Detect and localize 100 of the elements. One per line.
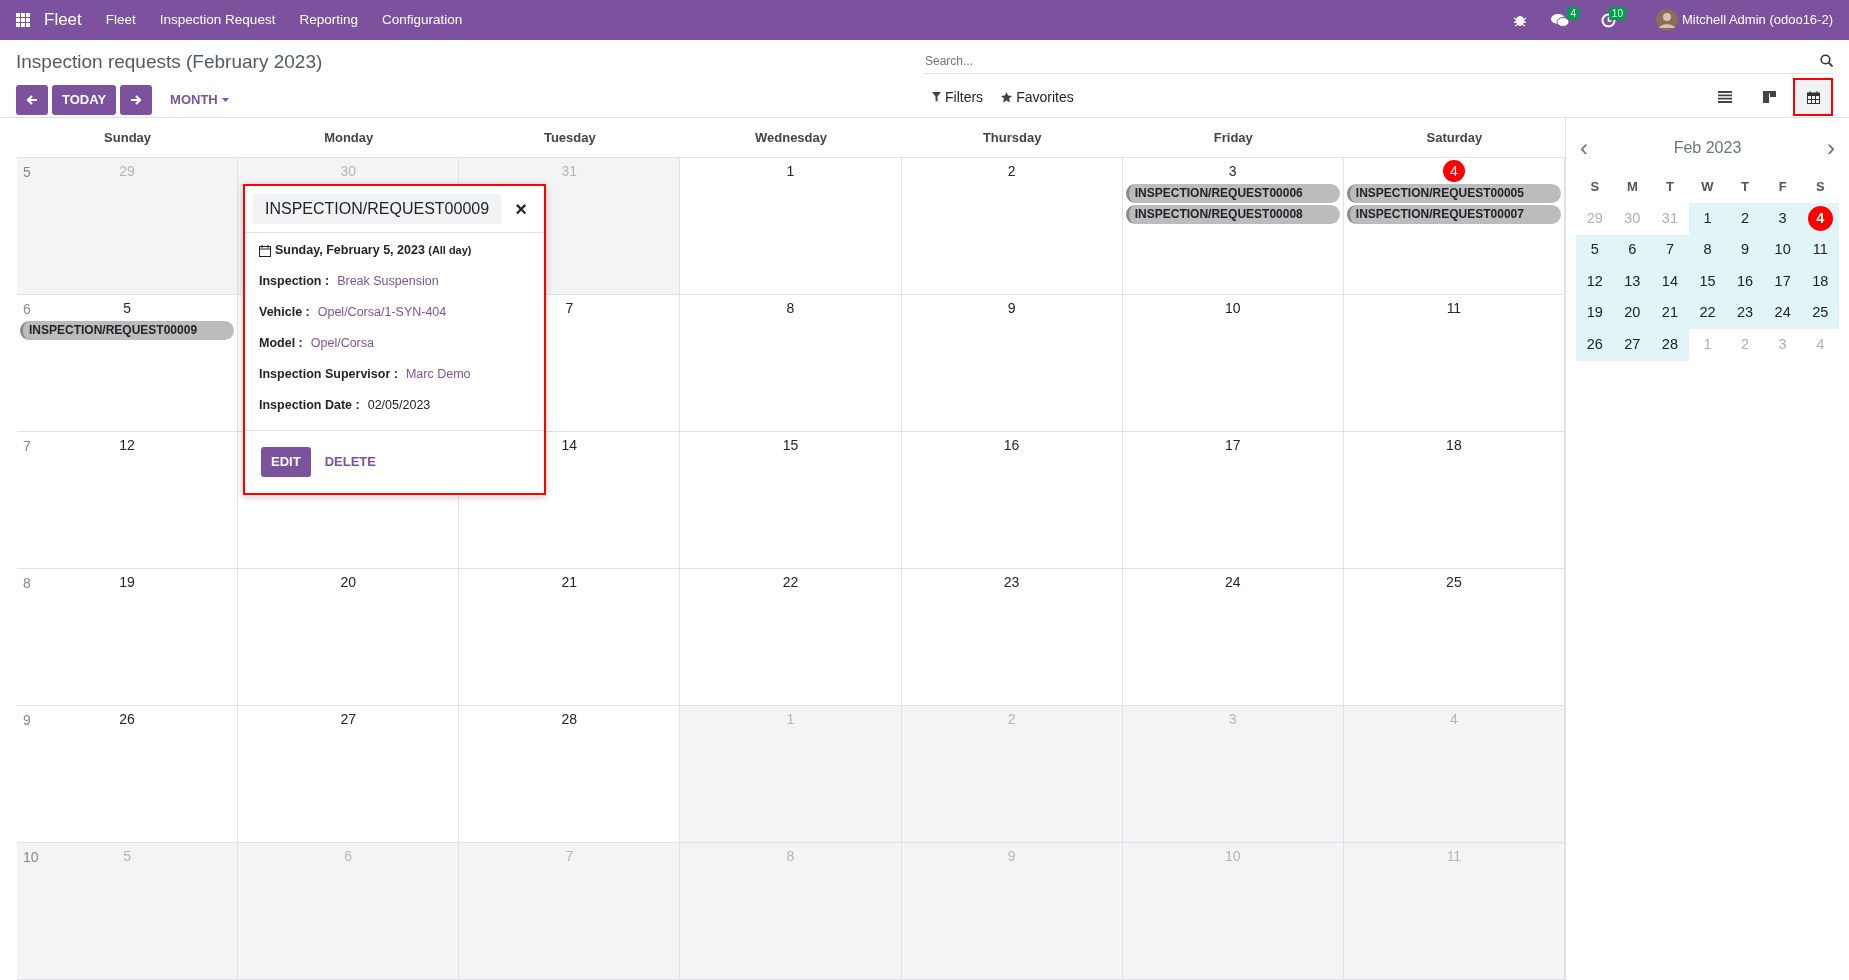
day-cell[interactable]: 8: [680, 295, 902, 432]
day-cell[interactable]: 3 INSPECTION/REQUEST00006 INSPECTION/REQUEST00008: [1122, 158, 1344, 295]
calendar-event[interactable]: INSPECTION/REQUEST00008: [1125, 205, 1340, 224]
day-cell[interactable]: 8 19: [17, 569, 239, 706]
mini-day[interactable]: 27: [1624, 333, 1641, 356]
mini-day[interactable]: 14: [1661, 270, 1678, 293]
next-month-button[interactable]: ›: [1827, 130, 1835, 166]
mini-day-cell[interactable]: 6: [1613, 234, 1652, 266]
mini-day[interactable]: 20: [1624, 302, 1641, 325]
calendar-event[interactable]: INSPECTION/REQUEST00007: [1346, 205, 1561, 224]
day-number[interactable]: 24: [1221, 571, 1244, 593]
mini-day[interactable]: 5: [1590, 239, 1599, 262]
day-cell[interactable]: 1: [680, 158, 902, 295]
mini-day-cell[interactable]: 11: [1801, 234, 1839, 266]
close-button[interactable]: ×: [506, 198, 536, 220]
menu-item[interactable]: Configuration: [369, 9, 475, 31]
day-number[interactable]: 1: [779, 160, 802, 182]
mini-day[interactable]: 2: [1741, 207, 1750, 230]
field-link[interactable]: Opel/Corsa/1-SYN-404: [317, 304, 447, 321]
mini-day[interactable]: 25: [1812, 302, 1829, 325]
user-name[interactable]: Mitchell Admin (odoo16-2): [1681, 10, 1833, 30]
day-number[interactable]: 26: [116, 708, 139, 730]
mini-day[interactable]: 10: [1774, 239, 1791, 262]
mini-day[interactable]: 12: [1586, 270, 1603, 293]
mini-day-cell[interactable]: 26: [1576, 329, 1614, 361]
day-number[interactable]: 15: [779, 434, 802, 456]
mini-day-cell[interactable]: 19: [1576, 297, 1614, 329]
day-number[interactable]: 19: [116, 571, 139, 593]
menu-item[interactable]: Fleet: [93, 9, 148, 31]
mini-day-cell[interactable]: 9: [1726, 234, 1764, 266]
mini-day-cell[interactable]: 2: [1726, 203, 1764, 235]
mini-day[interactable]: 22: [1699, 302, 1716, 325]
bug-icon[interactable]: [1512, 13, 1527, 27]
mini-day[interactable]: 17: [1774, 270, 1791, 293]
menu-item[interactable]: Inspection Request: [147, 9, 288, 31]
mini-day-cell[interactable]: 25: [1801, 297, 1839, 329]
mini-day[interactable]: 18: [1812, 270, 1829, 293]
day-cell[interactable]: 4 INSPECTION/REQUEST00005 INSPECTION/REQUEST00007: [1343, 158, 1565, 295]
mini-day-cell[interactable]: 14: [1651, 266, 1689, 298]
calendar-event[interactable]: INSPECTION/REQUEST00006: [1125, 184, 1340, 203]
mini-day[interactable]: 21: [1661, 302, 1678, 325]
day-cell[interactable]: 21: [459, 569, 681, 706]
day-number[interactable]: 18: [1442, 434, 1465, 456]
mini-day-cell[interactable]: 17: [1763, 266, 1802, 298]
day-number[interactable]: 10: [1221, 297, 1244, 319]
day-cell[interactable]: 9: [901, 295, 1123, 432]
chat-icon[interactable]: [1550, 12, 1569, 28]
mini-day-cell[interactable]: 15: [1688, 266, 1727, 298]
day-number[interactable]: 5: [116, 297, 139, 319]
day-cell[interactable]: 2: [901, 158, 1123, 295]
apps-menu-icon[interactable]: [16, 13, 30, 27]
menu-item[interactable]: Reporting: [287, 9, 370, 31]
day-number[interactable]: 3: [1221, 160, 1244, 182]
day-cell[interactable]: 6 5 INSPECTION/REQUEST00009: [17, 295, 239, 432]
mini-day[interactable]: 26: [1586, 333, 1603, 356]
day-number[interactable]: 7: [558, 297, 581, 319]
calendar-view-button[interactable]: [1793, 78, 1833, 116]
mini-day[interactable]: 7: [1665, 239, 1674, 262]
mini-day-cell[interactable]: 12: [1576, 266, 1614, 298]
day-number[interactable]: 12: [116, 434, 139, 456]
day-number[interactable]: 20: [337, 571, 360, 593]
mini-day-cell[interactable]: 13: [1613, 266, 1652, 298]
day-cell[interactable]: 15: [680, 432, 902, 569]
mini-day-cell[interactable]: 3: [1763, 203, 1802, 235]
day-number[interactable]: 21: [558, 571, 581, 593]
mini-day[interactable]: 13: [1624, 270, 1641, 293]
mini-day[interactable]: 3: [1778, 207, 1787, 230]
day-number[interactable]: 28: [558, 708, 581, 730]
mini-day[interactable]: 8: [1703, 239, 1712, 262]
favorites-button[interactable]: Favorites: [992, 81, 1083, 113]
day-cell[interactable]: 7 12: [17, 432, 239, 569]
day-number[interactable]: 8: [779, 297, 802, 319]
mini-day[interactable]: 6: [1628, 239, 1637, 262]
day-cell[interactable]: 17: [1122, 432, 1344, 569]
app-name[interactable]: Fleet: [38, 7, 94, 33]
mini-day-cell[interactable]: 5: [1576, 234, 1614, 266]
next-button[interactable]: [120, 84, 153, 115]
day-number[interactable]: 11: [1442, 297, 1465, 319]
day-number[interactable]: 22: [779, 571, 802, 593]
mini-day[interactable]: 15: [1699, 270, 1716, 293]
mini-day[interactable]: 23: [1737, 302, 1754, 325]
day-number[interactable]: 2: [1000, 160, 1023, 182]
mini-day[interactable]: 24: [1774, 302, 1791, 325]
mini-day-cell[interactable]: 16: [1726, 266, 1764, 298]
today-button[interactable]: TODAY: [52, 84, 117, 115]
mini-day[interactable]: 4: [1807, 206, 1833, 232]
field-link[interactable]: Opel/Corsa: [310, 335, 374, 352]
day-number[interactable]: 14: [558, 434, 581, 456]
mini-day-cell[interactable]: 28: [1651, 329, 1689, 361]
day-number[interactable]: 17: [1221, 434, 1244, 456]
mini-day[interactable]: 1: [1703, 207, 1712, 230]
day-cell[interactable]: 16: [901, 432, 1123, 569]
day-cell[interactable]: 11: [1343, 295, 1565, 432]
day-number[interactable]: 9: [1000, 297, 1023, 319]
filters-button[interactable]: Filters: [923, 81, 993, 113]
day-cell[interactable]: 10: [1122, 295, 1344, 432]
mini-day-cell[interactable]: 4: [1801, 203, 1839, 235]
mini-day[interactable]: 11: [1812, 239, 1828, 262]
day-cell[interactable]: 20: [238, 569, 460, 706]
scale-dropdown[interactable]: MONTH: [164, 88, 235, 111]
